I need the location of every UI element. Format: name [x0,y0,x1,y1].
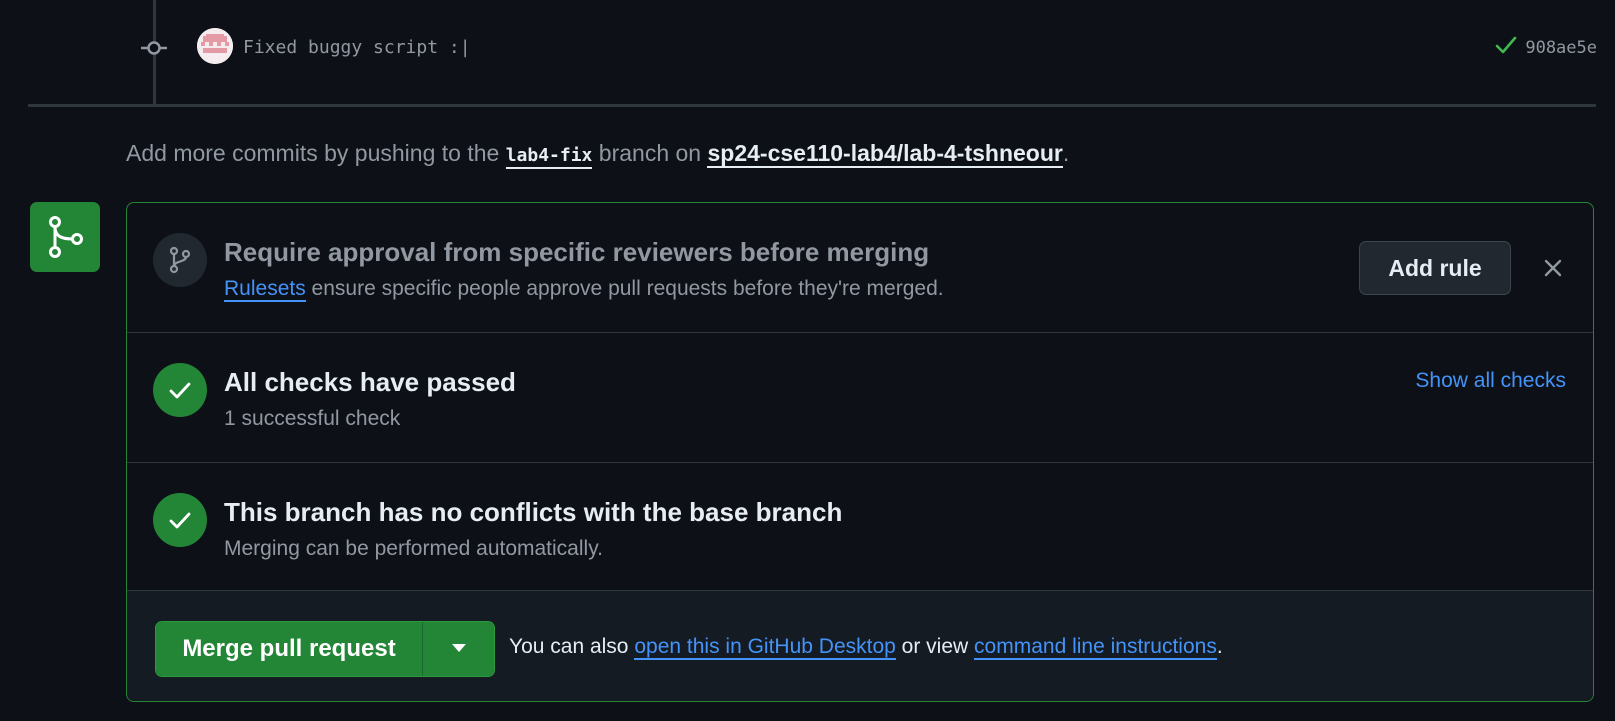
conflicts-title: This branch has no conflicts with the ba… [224,497,843,527]
show-all-checks-link[interactable]: Show all checks [1415,369,1566,393]
push-note: Add more commits by pushing to the lab4-… [126,140,1070,169]
push-note-suffix: . [1062,140,1070,166]
divider [28,104,1596,107]
merge-box: Require approval from specific reviewers… [126,202,1594,702]
ruleset-description: Rulesets ensure specific people approve … [224,277,944,302]
pull-request-merge-area: Fixed buggy script :| 908ae5e Add more c… [0,0,1615,721]
git-commit-icon [141,38,167,58]
ruleset-prompt: Require approval from specific reviewers… [127,203,1593,333]
command-line-instructions-link[interactable]: command line instructions [974,635,1217,660]
check-icon[interactable] [1495,36,1517,59]
merge-pull-request-button[interactable]: Merge pull request [156,622,422,676]
ruleset-description-text: ensure specific people approve pull requ… [311,277,944,300]
check-circle-icon [153,493,207,547]
triangle-down-icon [451,640,467,658]
merge-button-group: Merge pull request [155,621,495,677]
merge-note-suffix: . [1216,635,1223,658]
add-rule-button[interactable]: Add rule [1359,241,1511,295]
git-branch-icon [153,233,207,287]
conflicts-subtitle: Merging can be performed automatically. [224,537,603,560]
check-circle-icon [153,363,207,417]
push-note-prefix: Add more commits by pushing to the [126,140,500,166]
conflicts-section: This branch has no conflicts with the ba… [127,463,1593,591]
checks-title: All checks have passed [224,367,516,397]
close-icon[interactable] [1538,253,1568,283]
push-note-middle: branch on [598,140,702,166]
merge-options-dropdown[interactable] [422,622,494,676]
merge-note-middle: or view [901,635,969,658]
repo-link[interactable]: sp24-cse110-lab4/lab-4-tshneour [707,140,1063,168]
checks-subtitle: 1 successful check [224,407,401,430]
commit-status: 908ae5e [1495,36,1597,59]
checks-section: All checks have passed 1 successful chec… [127,333,1593,463]
merge-section: Merge pull request You can also open thi… [127,591,1593,701]
avatar[interactable] [197,28,233,64]
ruleset-title: Require approval from specific reviewers… [224,237,930,267]
commit-sha[interactable]: 908ae5e [1525,38,1597,58]
branch-name[interactable]: lab4-fix [505,145,593,169]
merge-note-prefix: You can also [509,635,629,658]
github-desktop-link[interactable]: open this in GitHub Desktop [634,635,896,660]
merge-note: You can also open this in GitHub Desktop… [509,635,1223,660]
commit-message[interactable]: Fixed buggy script :| [243,37,471,58]
rulesets-link[interactable]: Rulesets [224,277,306,302]
git-merge-icon [30,202,100,272]
